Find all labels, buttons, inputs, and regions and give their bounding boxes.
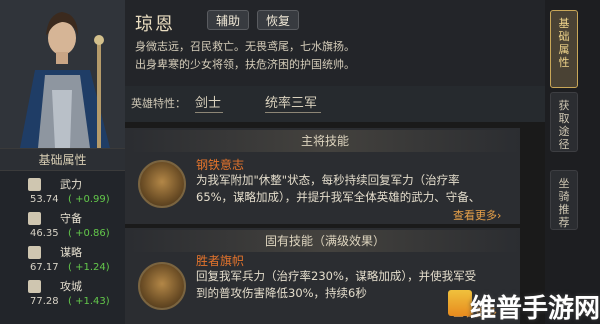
more-label: 查看更多 (453, 209, 497, 222)
tab-acquisition[interactable]: 获取途径 (550, 92, 578, 152)
stat-growth: ( +1.24) (68, 262, 110, 273)
stat-value: 46.35 (30, 228, 59, 239)
base-attributes-panel: 基础属性 武力 53.74 ( +0.99) 守备 46.35 ( +0.86)… (0, 148, 125, 324)
bio-line: 身微志远，召民救亡。无畏鸢尾，七水旗扬。 (135, 40, 355, 53)
tab-base-attributes[interactable]: 基础属性 (550, 10, 578, 88)
hero-header: 琼恩 辅助 恢复 身微志远，召民救亡。无畏鸢尾，七水旗扬。 出身卑寒的少女将领，… (125, 0, 545, 86)
watermark-logo-icon (448, 290, 472, 316)
hero-portrait (0, 0, 125, 148)
stat-growth: ( +0.99) (68, 194, 110, 205)
stat-value: 77.28 (30, 296, 59, 307)
hero-name: 琼恩 (135, 14, 175, 35)
stat-force: 武力 53.74 ( +0.99) (8, 176, 120, 212)
stat-siege: 攻城 77.28 ( +1.43) (8, 278, 120, 314)
shield-icon (28, 212, 41, 225)
scroll-icon (28, 246, 41, 259)
stat-growth: ( +1.43) (68, 296, 110, 307)
stat-growth: ( +0.86) (68, 228, 110, 239)
trait-swordsman[interactable]: 剑士 (195, 92, 221, 111)
iron-will-skill-icon[interactable] (138, 160, 186, 208)
trait-underline (265, 112, 321, 113)
stat-name: 攻城 (60, 280, 82, 293)
watermark: 维普手游网 (470, 294, 600, 324)
stat-value: 53.74 (30, 194, 59, 205)
stat-name: 谋略 (60, 246, 82, 259)
bio-line: 出身卑寒的少女将领，扶危济困的护国统帅。 (135, 58, 355, 71)
base-attributes-title: 基础属性 (0, 149, 125, 171)
hero-traits: 英雄特性： 剑士 统率三军 (125, 86, 545, 122)
stat-defense: 守备 46.35 ( +0.86) (8, 210, 120, 246)
tag-recovery: 恢复 (257, 10, 300, 30)
right-tab-bar: 基础属性 获取途径 坐骑推荐 (545, 0, 600, 324)
main-skill-more-link[interactable]: 查看更多› (453, 207, 501, 223)
fixed-skill-title: 固有技能（满级效果） (130, 230, 520, 252)
main-skill-desc: 为我军附加"休整"状态，每秒持续回复军力（治疗率 65%，谋略加成），并提升我军… (196, 172, 516, 206)
main-skill-title: 主将技能 (130, 130, 520, 152)
desc-line: 为我军附加"休整"状态，每秒持续回复军力（治疗率 (196, 173, 460, 187)
main-skill-name: 钢铁意志 (196, 158, 245, 172)
desc-line: 65%，谋略加成），并提升我军全体英雄的武力、守备、 (196, 190, 481, 204)
stat-name: 守备 (60, 212, 82, 225)
fixed-skill-name: 胜者旗帜 (196, 254, 245, 268)
sword-icon (28, 178, 41, 191)
trait-underline (195, 112, 223, 113)
victory-banner-skill-icon[interactable] (138, 262, 186, 310)
trait-command[interactable]: 统率三军 (265, 92, 317, 111)
stat-strategy: 谋略 67.17 ( +1.24) (8, 244, 120, 280)
tab-mount-recommend[interactable]: 坐骑推荐 (550, 170, 578, 230)
desc-line: 回复我军兵力（治疗率230%，谋略加成），并使我军受 (196, 269, 477, 283)
stat-name: 武力 (60, 178, 82, 191)
castle-icon (28, 280, 41, 293)
hero-bio: 身微志远，召民救亡。无畏鸢尾，七水旗扬。 出身卑寒的少女将领，扶危济困的护国统帅… (135, 38, 535, 74)
tag-support: 辅助 (207, 10, 250, 30)
chevron-right-icon: › (497, 209, 502, 222)
stat-value: 67.17 (30, 262, 59, 273)
traits-label: 英雄特性： (131, 97, 186, 110)
